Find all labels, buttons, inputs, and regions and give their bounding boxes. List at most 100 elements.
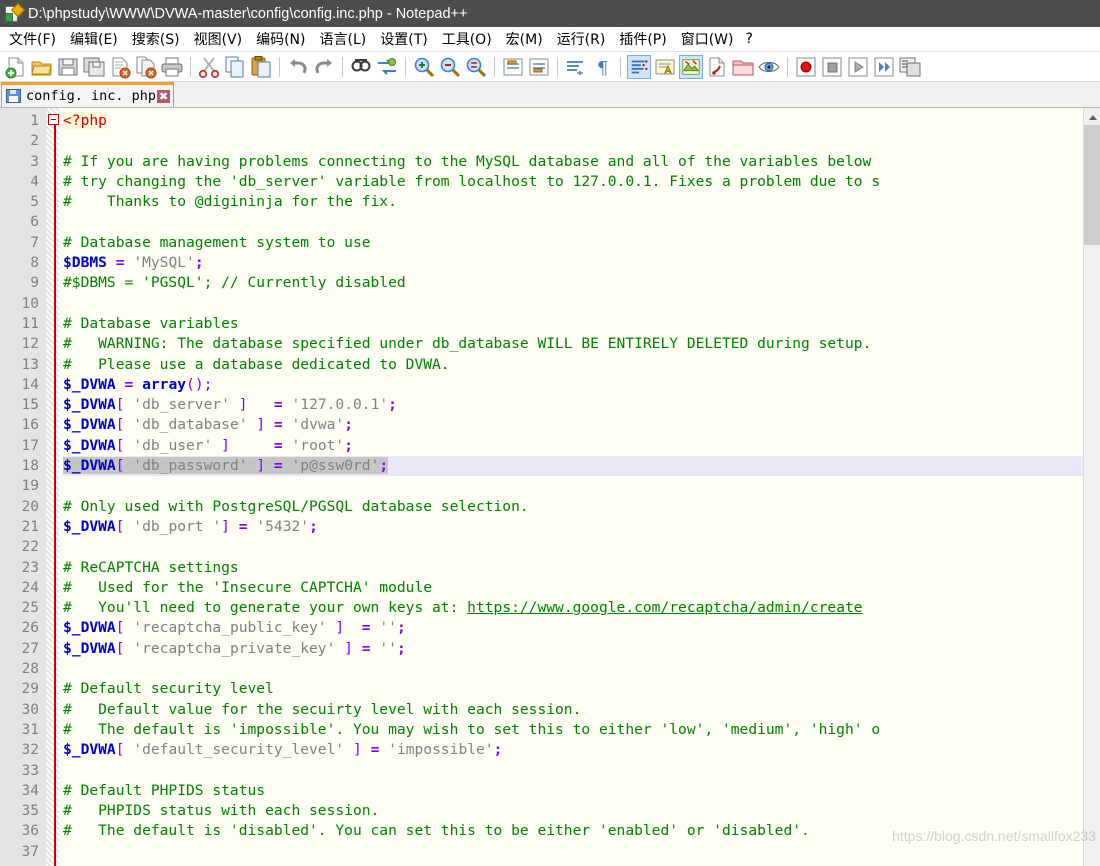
zoom-in-icon[interactable]	[412, 55, 436, 79]
zoom-out-icon[interactable]	[438, 55, 462, 79]
code-line[interactable]: $_DVWA[ 'recaptcha_private_key' ] = '';	[63, 639, 1083, 659]
code-line[interactable]	[63, 537, 1083, 557]
code-line[interactable]: $DBMS = 'MySQL';	[63, 253, 1083, 273]
document-map-icon[interactable]	[679, 54, 703, 79]
code-line[interactable]: $_DVWA[ 'recaptcha_public_key' ] = '';	[63, 618, 1083, 638]
paste-icon[interactable]	[249, 55, 273, 79]
redo-icon[interactable]	[312, 55, 336, 79]
user-defined-lang-icon[interactable]	[653, 55, 677, 79]
menu-view[interactable]: 视图(V)	[187, 27, 250, 52]
scroll-up-arrow-icon[interactable]	[1084, 108, 1100, 125]
function-list-icon[interactable]	[705, 55, 729, 79]
save-icon[interactable]	[56, 55, 80, 79]
code-line[interactable]	[63, 659, 1083, 679]
copy-icon[interactable]	[223, 55, 247, 79]
line-number: 35	[21, 803, 39, 820]
menu-edit[interactable]: 编辑(E)	[63, 27, 125, 52]
code-line[interactable]: $_DVWA[ 'db_server' ] = '127.0.0.1';	[63, 395, 1083, 415]
macro-play-icon[interactable]	[846, 55, 870, 79]
code-folding-margin[interactable]	[46, 108, 59, 866]
code-line[interactable]: # Default PHPIDS status	[63, 781, 1083, 801]
code-line[interactable]	[63, 131, 1083, 151]
menu-window[interactable]: 窗口(W)	[674, 27, 741, 52]
show-whitespace-icon[interactable]	[627, 54, 651, 79]
scrollbar-thumb[interactable]	[1084, 125, 1100, 245]
undo-icon[interactable]	[286, 55, 310, 79]
vertical-scrollbar[interactable]	[1083, 108, 1100, 866]
macro-record-icon[interactable]	[794, 55, 818, 79]
close-file-icon[interactable]	[108, 55, 132, 79]
code-line[interactable]: $_DVWA[ 'db_user' ] = 'root';	[63, 436, 1083, 456]
save-all-icon[interactable]	[82, 55, 106, 79]
code-line[interactable]: #$DBMS = 'PGSQL'; // Currently disabled	[63, 273, 1083, 293]
code-line[interactable]: $_DVWA[ 'db_database' ] = 'dvwa';	[63, 415, 1083, 435]
tab-config-inc-php[interactable]: config. inc. php ✖	[1, 82, 175, 107]
code-line[interactable]: # WARNING: The database specified under …	[63, 334, 1083, 354]
code-token: $DBMS	[63, 254, 107, 272]
macro-run-multiple-icon[interactable]	[872, 55, 896, 79]
code-line[interactable]: # Default security level	[63, 679, 1083, 699]
code-line[interactable]: <?php	[63, 111, 1083, 131]
code-line[interactable]: $_DVWA[ 'db_port '] = '5432';	[63, 517, 1083, 537]
code-line[interactable]: # The default is 'disabled'. You can set…	[63, 821, 1083, 841]
code-line[interactable]: # Please use a database dedicated to DVW…	[63, 355, 1083, 375]
word-wrap-icon[interactable]	[501, 55, 525, 79]
code-line[interactable]	[63, 294, 1083, 314]
monitor-icon[interactable]	[757, 55, 781, 79]
code-line[interactable]: $_DVWA[ 'db_password' ] = 'p@ssw0rd';	[63, 456, 1083, 477]
open-file-icon[interactable]	[30, 55, 54, 79]
svg-text:¶: ¶	[597, 58, 608, 79]
code-line[interactable]: # You'll need to generate your own keys …	[63, 598, 1083, 618]
code-line[interactable]: # Used for the 'Insecure CAPTCHA' module	[63, 578, 1083, 598]
pilcrow-icon[interactable]: ¶	[590, 55, 614, 79]
code-line[interactable]: # Thanks to @digininja for the fix.	[63, 192, 1083, 212]
code-text-area[interactable]: <?php # If you are having problems conne…	[59, 108, 1083, 866]
code-line[interactable]	[63, 476, 1083, 496]
line-number: 22	[21, 539, 39, 556]
show-indent-guide-icon[interactable]	[564, 55, 588, 79]
menu-macro[interactable]: 宏(M)	[499, 27, 550, 52]
code-line[interactable]	[63, 212, 1083, 232]
print-icon[interactable]	[160, 55, 184, 79]
code-line[interactable]: # Database management system to use	[63, 233, 1083, 253]
menu-settings[interactable]: 设置(T)	[373, 27, 434, 52]
replace-icon[interactable]	[375, 55, 399, 79]
code-token: $_DVWA	[63, 619, 116, 637]
code-line[interactable]: $_DVWA[ 'default_security_level' ] = 'im…	[63, 740, 1083, 760]
code-line[interactable]: # try changing the 'db_server' variable …	[63, 172, 1083, 192]
new-file-icon[interactable]	[4, 55, 28, 79]
code-token: ''	[379, 619, 397, 637]
menu-plugins[interactable]: 插件(P)	[612, 27, 673, 52]
sync-scroll-icon[interactable]	[464, 55, 488, 79]
macro-stop-icon[interactable]	[820, 55, 844, 79]
code-line[interactable]: # The default is 'impossible'. You may w…	[63, 720, 1083, 740]
menu-file[interactable]: 文件(F)	[2, 27, 63, 52]
close-all-files-icon[interactable]	[134, 55, 158, 79]
code-line[interactable]: # PHPIDS status with each session.	[63, 801, 1083, 821]
code-line[interactable]: # If you are having problems connecting …	[63, 152, 1083, 172]
menu-search[interactable]: 搜索(S)	[125, 27, 187, 52]
menu-run[interactable]: 运行(R)	[550, 27, 613, 52]
close-icon[interactable]: ✖	[157, 89, 171, 103]
fold-collapse-icon[interactable]	[48, 114, 59, 125]
code-line[interactable]: # Only used with PostgreSQL/PGSQL databa…	[63, 497, 1083, 517]
code-line[interactable]: # ReCAPTCHA settings	[63, 558, 1083, 578]
show-all-chars-icon[interactable]	[527, 55, 551, 79]
menu-language[interactable]: 语言(L)	[313, 27, 374, 52]
line-number: 29	[21, 681, 39, 698]
folder-as-workspace-icon[interactable]	[731, 55, 755, 79]
cut-icon[interactable]	[197, 55, 221, 79]
menu-encoding[interactable]: 编码(N)	[249, 27, 312, 52]
menu-tools[interactable]: 工具(O)	[435, 27, 499, 52]
toolbar-separator	[787, 56, 788, 77]
code-line[interactable]	[63, 842, 1083, 862]
line-number: 1	[30, 113, 39, 129]
macro-save-icon[interactable]	[898, 55, 922, 79]
code-line[interactable]: $_DVWA = array();	[63, 375, 1083, 395]
find-icon[interactable]	[349, 55, 373, 79]
menu-help[interactable]: ?	[741, 29, 758, 50]
code-line[interactable]: # Default value for the secuirty level w…	[63, 700, 1083, 720]
code-line[interactable]: # Database variables	[63, 314, 1083, 334]
code-line[interactable]	[63, 761, 1083, 781]
